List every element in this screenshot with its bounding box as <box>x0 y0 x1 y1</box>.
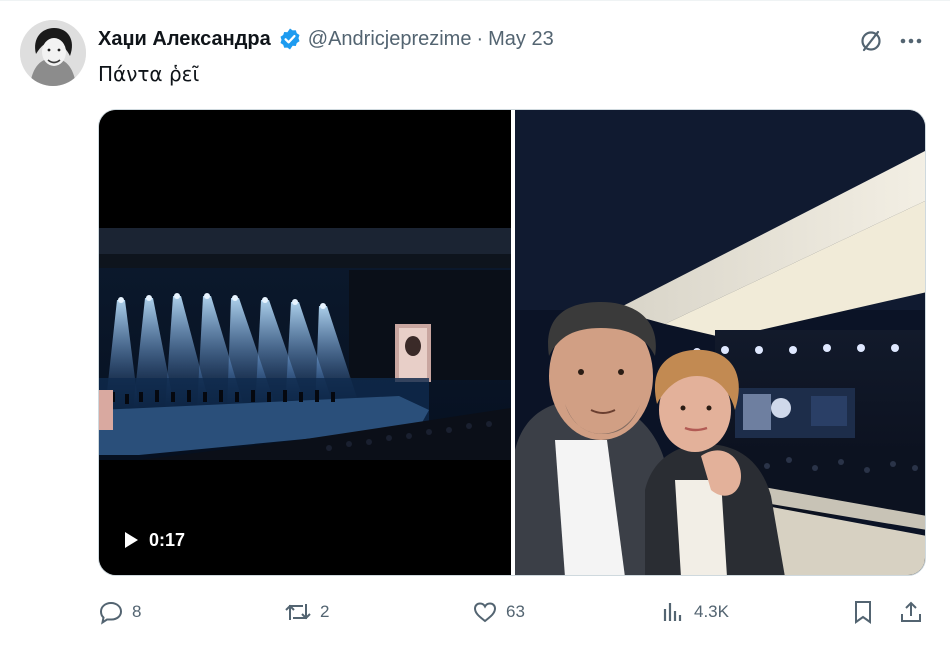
reply-count: 8 <box>132 602 142 621</box>
verified-badge-icon <box>280 28 300 50</box>
display-name[interactable]: Хаџи Александра <box>98 28 271 51</box>
post-header: Хаџи Александра @Andricjeprezime · May 2… <box>98 24 554 54</box>
like-count: 63 <box>506 602 525 621</box>
video-thumbnail <box>99 110 511 575</box>
avatar[interactable] <box>20 20 86 86</box>
share-icon <box>901 601 921 622</box>
separator-dot: · <box>476 27 484 50</box>
bookmark-icon <box>855 601 871 624</box>
views-icon <box>663 603 682 621</box>
like-icon <box>473 602 497 623</box>
avatar-image <box>20 20 86 86</box>
post-date[interactable]: May 23 <box>488 28 554 51</box>
repost-icon <box>285 604 311 620</box>
grok-icon[interactable] <box>856 26 886 56</box>
handle[interactable]: @Andricjeprezime <box>308 28 472 51</box>
repost-count: 2 <box>320 602 330 621</box>
more-icon[interactable] <box>896 26 926 56</box>
post-text: Πάντα ῥεῖ <box>98 62 200 86</box>
share-button[interactable] <box>898 594 932 630</box>
repost-button[interactable]: 2 <box>284 594 329 630</box>
video-duration: 0:17 <box>149 529 186 550</box>
photo-image <box>515 110 925 575</box>
photo[interactable] <box>515 110 925 575</box>
media-grid: 0:17 <box>98 109 926 576</box>
action-bar: 8 2 63 4.3K <box>98 594 926 630</box>
top-divider <box>0 0 950 1</box>
views-button[interactable]: 4.3K <box>660 594 729 630</box>
like-button[interactable]: 63 <box>472 594 525 630</box>
play-icon[interactable] <box>123 531 139 549</box>
views-count: 4.3K <box>694 602 729 621</box>
reply-button[interactable]: 8 <box>98 594 141 630</box>
reply-icon <box>99 601 123 625</box>
video-player[interactable]: 0:17 <box>99 110 511 575</box>
video-duration-badge[interactable]: 0:17 <box>123 524 185 556</box>
bookmark-button[interactable] <box>850 594 884 630</box>
